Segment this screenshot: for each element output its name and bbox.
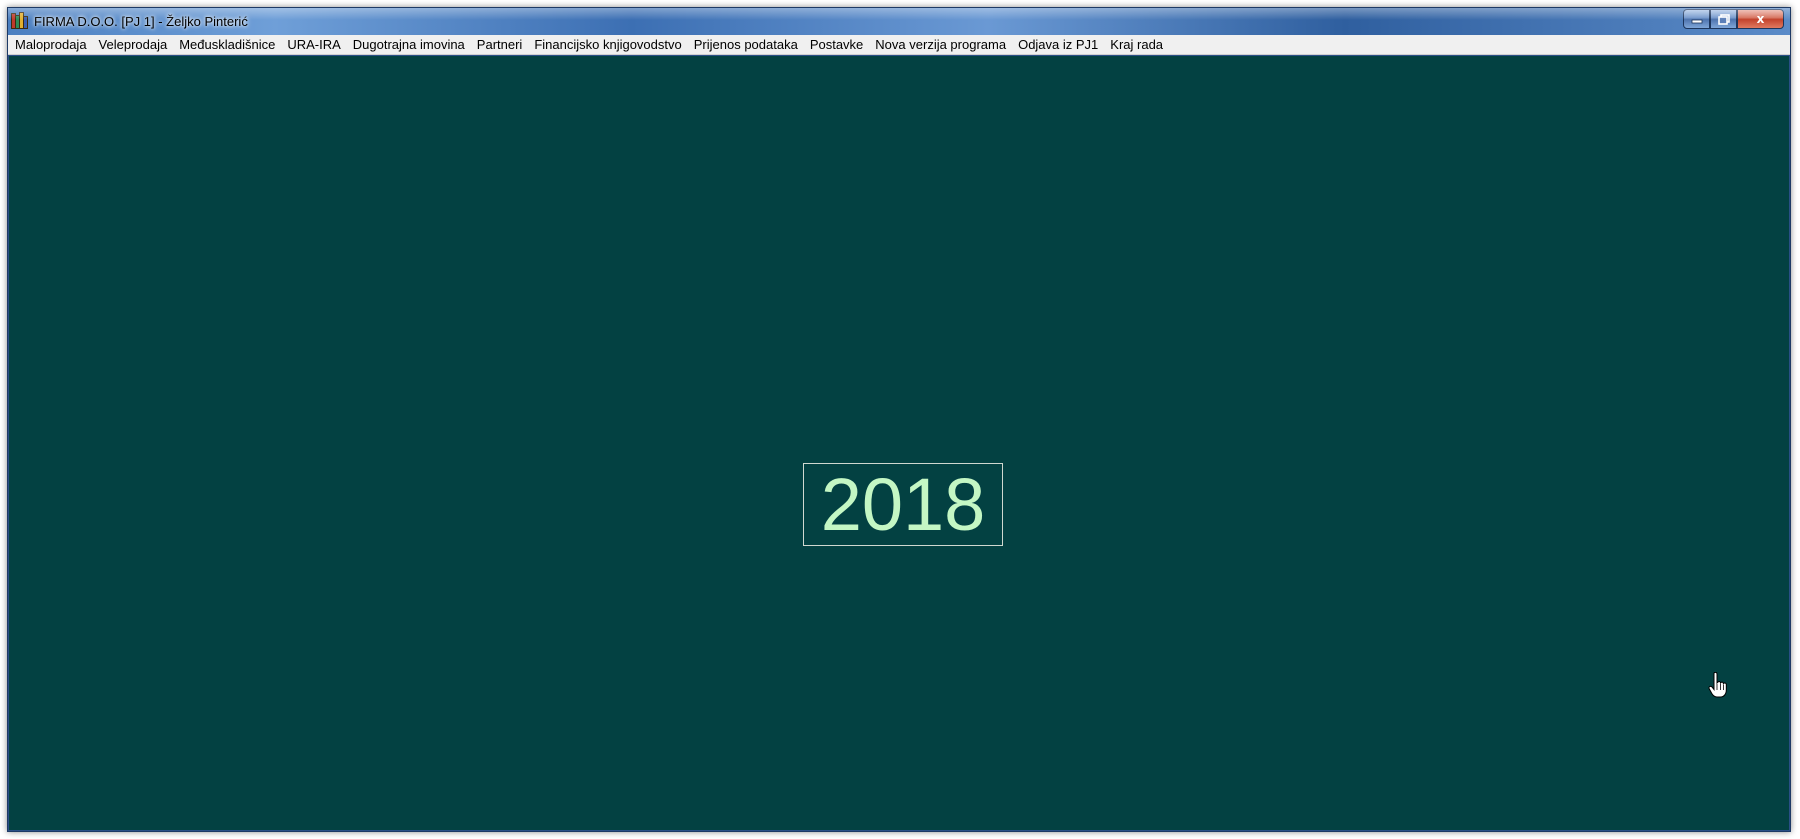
year-display: 2018 <box>803 463 1003 546</box>
menu-item-kraj-rada[interactable]: Kraj rada <box>1104 35 1169 55</box>
window-controls: x <box>1683 9 1784 29</box>
menu-item-ura-ira[interactable]: URA-IRA <box>281 35 346 55</box>
minimize-icon <box>1691 19 1702 24</box>
menu-item-financijsko-knjigovodstvo[interactable]: Financijsko knjigovodstvo <box>528 35 687 55</box>
title-bar[interactable]: FIRMA D.O.O. [PJ 1] - Željko Pinterić x <box>8 8 1790 35</box>
app-window: FIRMA D.O.O. [PJ 1] - Željko Pinterić x … <box>7 7 1791 832</box>
menu-item-meduskladisnice[interactable]: Međuskladišnice <box>173 35 281 55</box>
menu-bar: Maloprodaja Veleprodaja Međuskladišnice … <box>8 35 1790 55</box>
menu-item-prijenos-podataka[interactable]: Prijenos podataka <box>688 35 804 55</box>
menu-item-postavke[interactable]: Postavke <box>804 35 869 55</box>
menu-item-veleprodaja[interactable]: Veleprodaja <box>93 35 174 55</box>
hand-pointer-icon <box>1708 672 1727 698</box>
minimize-button[interactable] <box>1683 9 1710 29</box>
close-icon: x <box>1756 12 1765 26</box>
menu-item-nova-verzija-programa[interactable]: Nova verzija programa <box>869 35 1012 55</box>
menu-item-partneri[interactable]: Partneri <box>471 35 529 55</box>
restore-button[interactable] <box>1710 9 1737 29</box>
year-label: 2018 <box>820 462 986 546</box>
menu-item-dugotrajna-imovina[interactable]: Dugotrajna imovina <box>347 35 471 55</box>
window-title: FIRMA D.O.O. [PJ 1] - Željko Pinterić <box>34 14 248 29</box>
app-books-icon[interactable] <box>11 12 29 29</box>
close-button[interactable]: x <box>1737 9 1784 29</box>
main-workspace: 2018 <box>9 56 1789 830</box>
restore-icon <box>1717 13 1730 25</box>
menu-item-odjava-iz-pj1[interactable]: Odjava iz PJ1 <box>1012 35 1104 55</box>
menu-item-maloprodaja[interactable]: Maloprodaja <box>9 35 93 55</box>
